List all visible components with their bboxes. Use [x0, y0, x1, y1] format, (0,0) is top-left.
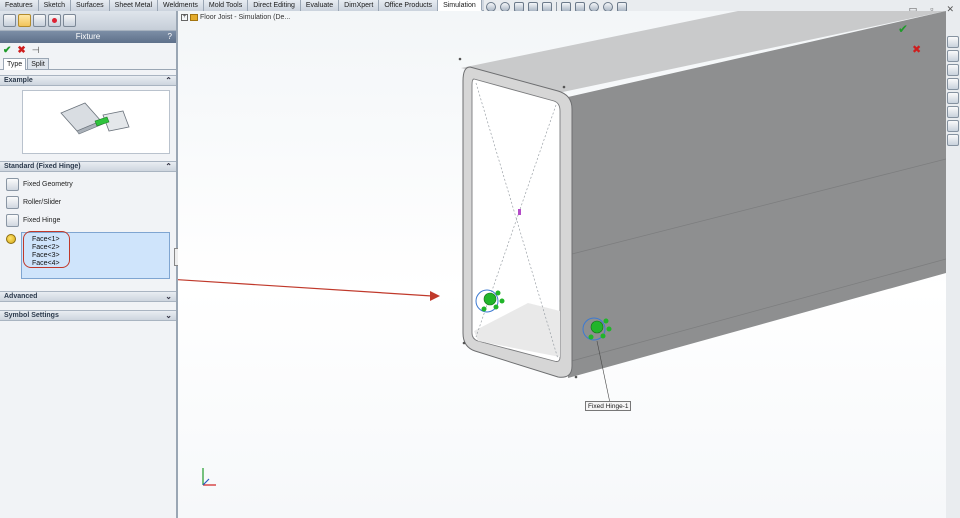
option-label: Fixed Hinge — [23, 216, 61, 224]
advanced-group-header[interactable]: Advanced ⌄ — [0, 291, 176, 302]
example-group-header[interactable]: Example ⌃ — [0, 75, 176, 86]
appearances-icon[interactable] — [947, 92, 959, 104]
standard-group-title: Standard (Fixed Hinge) — [4, 163, 81, 170]
roller-slider-icon — [6, 195, 19, 209]
property-manager-title: Fixture ? — [0, 31, 176, 43]
advanced-group-title: Advanced — [4, 293, 38, 300]
expand-icon[interactable]: ⌄ — [165, 292, 172, 302]
tab-mold-tools[interactable]: Mold Tools — [203, 0, 249, 11]
example-preview-image — [22, 90, 170, 154]
tab-features[interactable]: Features — [0, 0, 39, 11]
pin-icon[interactable]: ⊣ — [32, 45, 40, 56]
control-point — [562, 85, 566, 89]
simulation-advisor-icon[interactable] — [947, 120, 959, 132]
control-point — [462, 341, 466, 345]
coordinate-triad — [202, 468, 216, 486]
manager-tabs — [0, 11, 176, 31]
configuration-manager-icon[interactable] — [33, 14, 46, 27]
display-manager-icon[interactable] — [63, 14, 76, 27]
option-label: Fixed Geometry — [23, 180, 73, 188]
dimxpert-manager-icon[interactable] — [48, 14, 61, 27]
custom-properties-icon[interactable] — [947, 106, 959, 118]
graphics-area[interactable]: + Floor Joist - Simulation (De... Fixed … — [178, 11, 946, 518]
option-fixed-geometry[interactable]: Fixed Geometry — [0, 175, 176, 193]
ok-button[interactable]: ✔ — [3, 45, 11, 56]
symbol-settings-group-header[interactable]: Symbol Settings ⌄ — [0, 310, 176, 321]
tab-sketch[interactable]: Sketch — [38, 0, 72, 11]
confirm-icon: ✔ — [898, 22, 908, 36]
symbol-settings-group-title: Symbol Settings — [4, 312, 59, 319]
feature-manager-icon[interactable] — [3, 14, 16, 27]
face-selection-area: Face<1> Face<2> Face<3> Face<4> — [0, 231, 176, 283]
tab-simulation[interactable]: Simulation — [438, 0, 482, 11]
standard-group-header[interactable]: Standard (Fixed Hinge) ⌃ — [0, 161, 176, 172]
example-group-title: Example — [4, 77, 33, 84]
fixed-geometry-icon — [6, 177, 19, 191]
tab-office-products[interactable]: Office Products — [379, 0, 439, 11]
cancel-button[interactable]: ✖ — [17, 45, 25, 56]
cancel-icon: ✖ — [912, 43, 921, 56]
property-manager-icon[interactable] — [18, 14, 31, 27]
fixture-tabs: Type Split — [0, 58, 176, 70]
design-library-icon[interactable] — [947, 50, 959, 62]
collapse-icon[interactable]: ⌃ — [165, 162, 172, 172]
tab-evaluate[interactable]: Evaluate — [300, 0, 340, 11]
option-label: Roller/Slider — [23, 198, 62, 206]
hinge-example-icon — [60, 102, 130, 135]
tab-dimxpert[interactable]: DimXpert — [339, 0, 380, 11]
face-selection-icon — [6, 234, 16, 244]
tab-weldments[interactable]: Weldments — [158, 0, 204, 11]
fixed-hinge-icon — [6, 213, 19, 227]
expand-icon[interactable]: ⌄ — [165, 311, 172, 321]
control-point — [458, 57, 462, 61]
fixture-callout-label[interactable]: Fixed Hinge-1 — [585, 401, 632, 411]
tab-type[interactable]: Type — [3, 58, 27, 70]
selection-highlight-ring — [23, 231, 70, 268]
confirmation-corner[interactable]: ✔ ✖ — [894, 21, 924, 61]
view-palette-icon[interactable] — [947, 78, 959, 90]
annotation-arrow — [178, 279, 433, 297]
property-manager-panel: Fixture ? ✔ ✖ ⊣ Type Split Example ⌃ Sta… — [0, 11, 179, 518]
file-explorer-icon[interactable] — [947, 64, 959, 76]
origin-marker-icon — [518, 209, 521, 215]
pm-action-buttons: ✔ ✖ ⊣ — [0, 43, 176, 57]
tab-surfaces[interactable]: Surfaces — [71, 0, 110, 11]
arrow-head-icon — [430, 291, 440, 301]
task-pane-tabs — [946, 36, 960, 150]
tab-sheet-metal[interactable]: Sheet Metal — [109, 0, 159, 11]
task-pane-pin-icon[interactable] — [947, 134, 959, 146]
close-icon[interactable]: ✕ — [946, 4, 954, 15]
collapse-icon[interactable]: ⌃ — [165, 76, 172, 86]
option-fixed-hinge[interactable]: Fixed Hinge — [0, 211, 176, 229]
tab-split[interactable]: Split — [27, 58, 49, 69]
tab-direct-editing[interactable]: Direct Editing — [248, 0, 301, 11]
floor-joist-model[interactable] — [178, 11, 946, 518]
help-icon[interactable]: ? — [168, 31, 172, 43]
solidworks-resources-icon[interactable] — [947, 36, 959, 48]
pm-title-text: Fixture — [75, 32, 101, 41]
control-point — [574, 375, 578, 379]
option-roller-slider[interactable]: Roller/Slider — [0, 193, 176, 211]
command-manager-tabs: Features Sketch Surfaces Sheet Metal Wel… — [0, 0, 484, 11]
